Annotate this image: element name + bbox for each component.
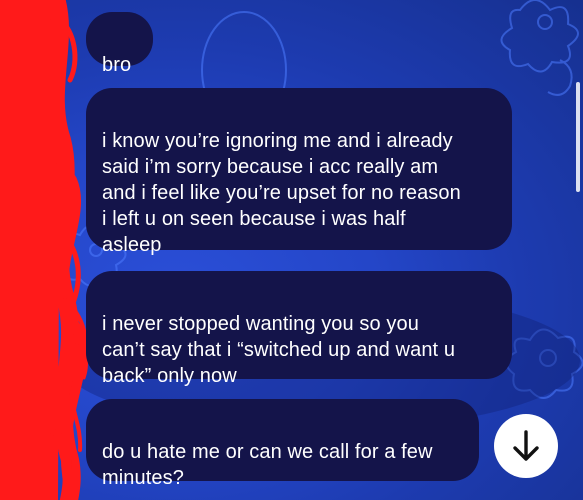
scroll-to-bottom-button[interactable] xyxy=(494,414,558,478)
scrollbar[interactable] xyxy=(576,82,580,192)
message-bubble: bro xyxy=(86,12,153,76)
chat-screen: bro i know you’re ignoring me and i alre… xyxy=(0,0,583,500)
message-bubble: do u hate me or can we call for a few mi… xyxy=(86,399,479,489)
message-text: i never stopped wanting you so you can’t… xyxy=(102,313,456,387)
message-bubble: i know you’re ignoring me and i already … xyxy=(86,88,512,256)
message-text: i know you’re ignoring me and i already … xyxy=(102,130,461,256)
arrow-down-icon xyxy=(513,430,539,461)
message-text: bro xyxy=(102,54,132,76)
message-bubble: i never stopped wanting you so you can’t… xyxy=(86,271,512,387)
